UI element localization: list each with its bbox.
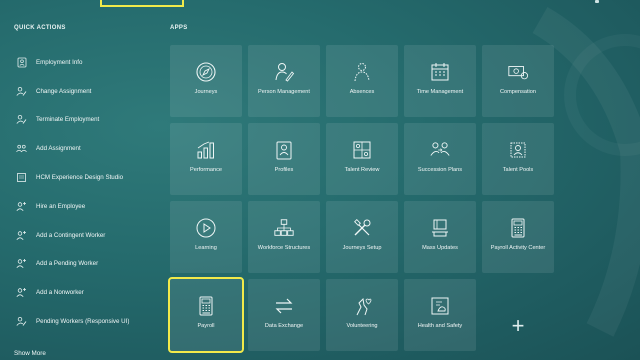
app-tile-label: Workforce Structures [257, 245, 311, 251]
review-board-icon [351, 139, 373, 161]
person-outline-icon [351, 61, 373, 83]
app-tile-label: Health and Safety [417, 323, 463, 329]
apps-grid: Journeys Person Management Absences Time… [168, 45, 554, 353]
play-circle-icon [195, 217, 217, 239]
app-tile-label: Profiles [274, 167, 294, 173]
quick-action-terminate-employment[interactable]: Terminate Employment [16, 106, 166, 135]
selected-tab-highlight[interactable] [100, 0, 184, 7]
quick-action-label: Add a Contingent Worker [36, 231, 106, 239]
app-tile-learning[interactable]: Learning [170, 201, 242, 273]
app-tile-time-management[interactable]: Time Management [404, 45, 476, 117]
profile-card-icon [273, 139, 295, 161]
quick-action-hcm-experience-design-studio[interactable]: HCM Experience Design Studio [16, 163, 166, 192]
app-tile-compensation[interactable]: Compensation [482, 45, 554, 117]
app-tile-journeys-setup[interactable]: Journeys Setup [326, 201, 398, 273]
person-add-icon [16, 287, 27, 298]
app-tile-succession-plans[interactable]: Succession Plans [404, 123, 476, 195]
calendar-icon [429, 61, 451, 83]
app-tile-payroll[interactable]: Payroll [168, 277, 244, 353]
person-edit-icon [16, 86, 27, 97]
quick-action-pending-workers-responsive[interactable]: Pending Workers (Responsive UI) [16, 307, 166, 336]
quick-action-label: Change Assignment [36, 87, 92, 95]
app-tile-label: Payroll [197, 323, 215, 329]
quick-action-add-pending-worker[interactable]: Add a Pending Worker [16, 250, 166, 279]
bar-chart-icon [195, 139, 217, 161]
quick-actions-list: Employment Info Change Assignment Termin… [16, 48, 166, 336]
safety-doc-icon [429, 295, 451, 317]
quick-action-label: Employment Info [36, 58, 83, 66]
screen-icon [16, 172, 27, 183]
app-tile-label: Succession Plans [417, 167, 463, 173]
app-tile-label: Talent Pools [502, 167, 534, 173]
quick-action-employment-info[interactable]: Employment Info [16, 48, 166, 77]
app-tile-payroll-activity-center[interactable]: Payroll Activity Center [482, 201, 554, 273]
app-tile-journeys[interactable]: Journeys [170, 45, 242, 117]
talent-pools-icon [507, 139, 529, 161]
exchange-arrows-icon [273, 295, 295, 317]
succession-icon [429, 139, 451, 161]
apps-title: APPS [170, 25, 188, 31]
quick-action-add-nonworker[interactable]: Add a Nonworker [16, 278, 166, 307]
app-tile-label: Mass Updates [422, 245, 458, 251]
app-tile-person-management[interactable]: Person Management [248, 45, 320, 117]
app-tile-talent-review[interactable]: Talent Review [326, 123, 398, 195]
quick-action-label: HCM Experience Design Studio [36, 174, 124, 182]
app-tile-label: Compensation [499, 89, 537, 95]
quick-action-label: Hire an Employee [36, 202, 86, 210]
org-structure-icon [273, 217, 295, 239]
money-icon [507, 61, 529, 83]
app-tile-performance[interactable]: Performance [170, 123, 242, 195]
app-tile-label: Volunteering [346, 323, 378, 329]
quick-action-label: Add a Nonworker [36, 289, 84, 297]
tools-icon [351, 217, 373, 239]
calculator-icon [507, 217, 529, 239]
quick-action-label: Add a Pending Worker [36, 260, 99, 268]
plus-icon: + [511, 313, 525, 338]
person-edit-icon [16, 316, 27, 327]
app-tile-workforce-structures[interactable]: Workforce Structures [248, 201, 320, 273]
app-tile-label: Data Exchange [264, 323, 304, 329]
badge-icon [16, 57, 27, 68]
app-tile-absences[interactable]: Absences [326, 45, 398, 117]
show-more-link[interactable]: Show More [14, 350, 46, 357]
person-add-icon [16, 258, 27, 269]
compass-icon [195, 61, 217, 83]
app-tile-label: Talent Review [344, 167, 380, 173]
quick-action-hire-an-employee[interactable]: Hire an Employee [16, 192, 166, 221]
app-tile-label: Time Management [416, 89, 464, 95]
quick-action-label: Pending Workers (Responsive UI) [36, 318, 130, 326]
quick-actions-title: QUICK ACTIONS [14, 25, 66, 31]
calculator-icon [195, 295, 217, 317]
mass-update-icon [429, 217, 451, 239]
app-tile-label: Person Management [258, 89, 310, 95]
person-edit-icon [273, 61, 295, 83]
app-tile-volunteering[interactable]: Volunteering [326, 279, 398, 351]
app-tile-health-and-safety[interactable]: Health and Safety [404, 279, 476, 351]
person-add-icon [16, 230, 27, 241]
quick-action-label: Add Assignment [36, 145, 81, 153]
quick-action-label: Terminate Employment [36, 116, 100, 124]
app-tile-mass-updates[interactable]: Mass Updates [404, 201, 476, 273]
app-tile-label: Journeys [194, 89, 218, 95]
quick-action-change-assignment[interactable]: Change Assignment [16, 77, 166, 106]
people-add-icon [16, 143, 27, 154]
hand-heart-icon [351, 295, 373, 317]
app-tile-profiles[interactable]: Profiles [248, 123, 320, 195]
person-add-icon [16, 201, 27, 212]
person-remove-icon [16, 114, 27, 125]
app-tile-label: Absences [349, 89, 375, 95]
add-app-tile[interactable]: + [482, 279, 554, 351]
top-bar-indicator [595, 0, 599, 3]
app-tile-label: Payroll Activity Center [490, 245, 546, 251]
app-tile-talent-pools[interactable]: Talent Pools [482, 123, 554, 195]
quick-action-add-assignment[interactable]: Add Assignment [16, 134, 166, 163]
app-tile-label: Learning [195, 245, 217, 251]
quick-action-add-contingent-worker[interactable]: Add a Contingent Worker [16, 221, 166, 250]
app-tile-label: Performance [189, 167, 223, 173]
app-tile-data-exchange[interactable]: Data Exchange [248, 279, 320, 351]
top-navigation-bar [0, 0, 640, 8]
app-tile-label: Journeys Setup [342, 245, 382, 251]
